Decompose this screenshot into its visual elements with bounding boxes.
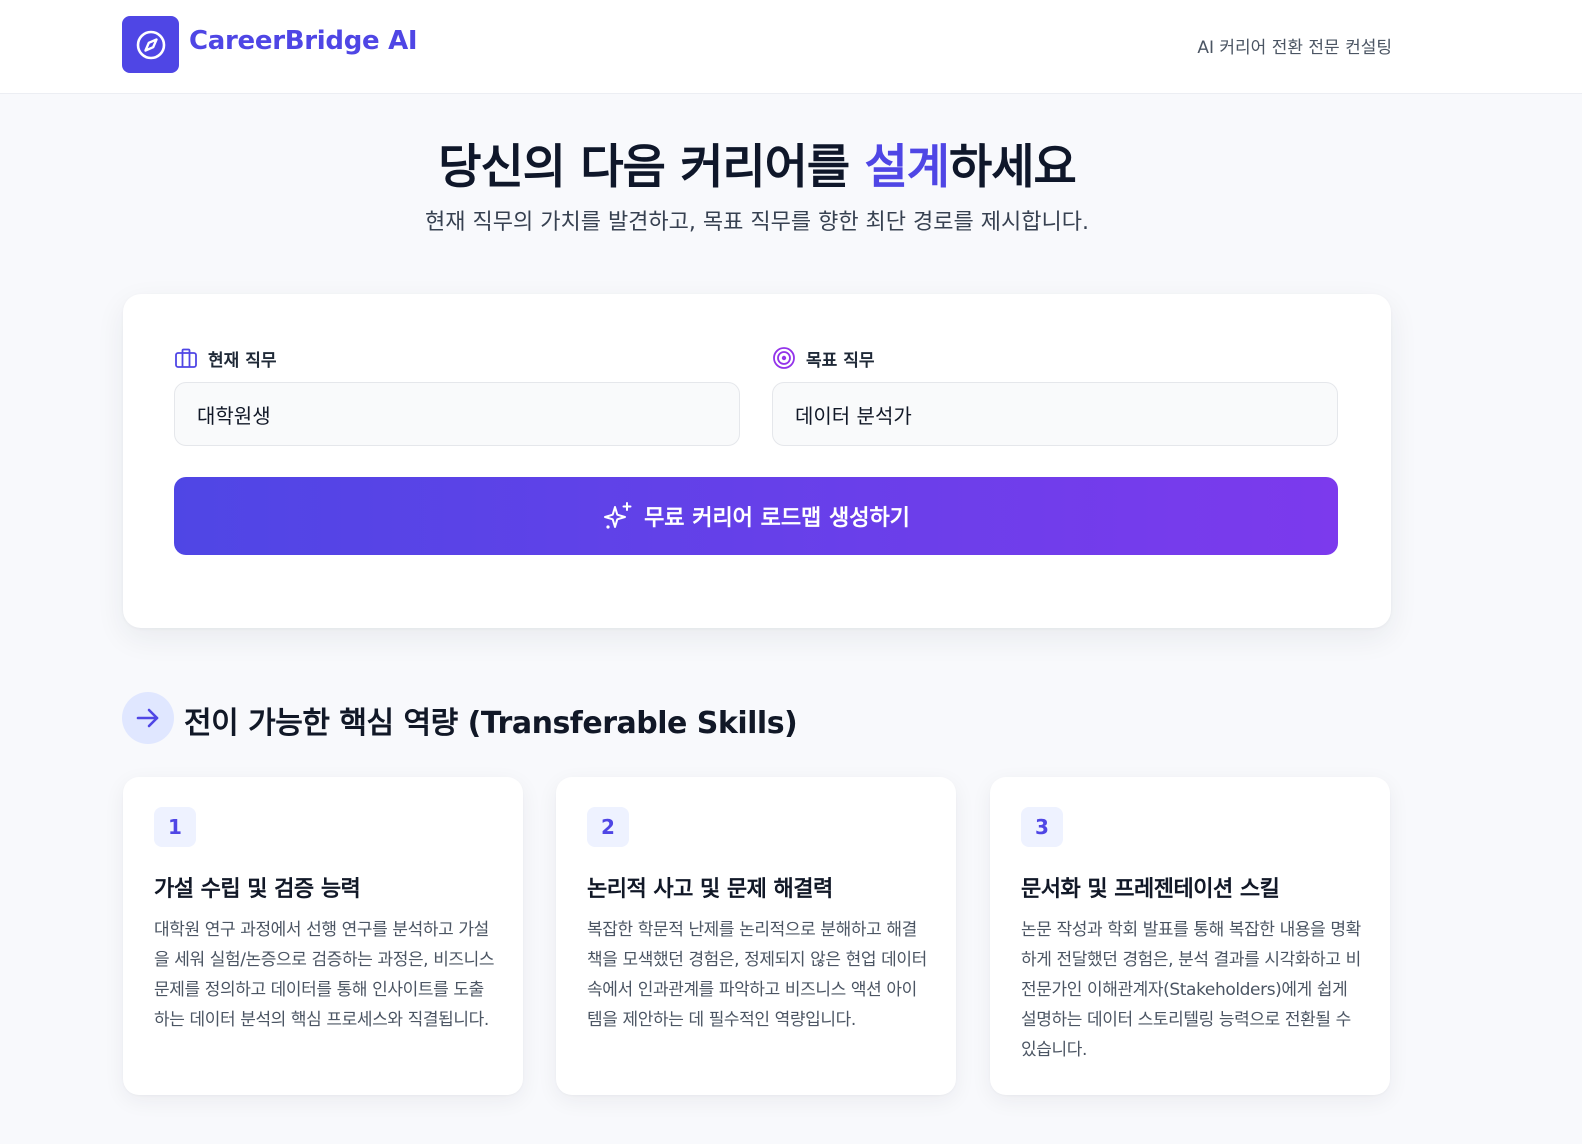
header-tagline: AI 커리어 전환 전문 컨설팅: [1197, 38, 1392, 58]
sparkles-icon: [604, 502, 632, 529]
compass-icon: [136, 30, 165, 59]
skills-section-title: 전이 가능한 핵심 역량 (Transferable Skills): [184, 706, 798, 741]
skill-title: 가설 수립 및 검증 능력: [154, 877, 361, 902]
target-job-input[interactable]: [772, 382, 1338, 446]
skill-card: 2 논리적 사고 및 문제 해결력 복잡한 학문적 난제를 논리적으로 분해하고…: [556, 777, 956, 1095]
current-job-label-text: 현재 직무: [208, 350, 277, 371]
skill-description: 대학원 연구 과정에서 선행 연구를 분석하고 가설을 세워 실험/논증으로 검…: [154, 920, 495, 1030]
top-header: CareerBridge AI AI 커리어 전환 전문 컨설팅: [0, 0, 1582, 94]
brand-name[interactable]: CareerBridge AI: [189, 26, 418, 56]
skill-number-badge: 1: [154, 807, 196, 847]
target-job-label: 목표 직무: [772, 346, 875, 371]
skill-title: 논리적 사고 및 문제 해결력: [587, 877, 833, 902]
skill-number-badge: 2: [587, 807, 629, 847]
current-job-input[interactable]: [174, 382, 740, 446]
hero-title: 당신의 다음 커리어를 설계하세요: [0, 128, 1514, 197]
skill-number-badge: 3: [1021, 807, 1063, 847]
skill-title: 문서화 및 프레젠테이션 스킬: [1021, 877, 1280, 902]
hero-title-start: 당신의 다음 커리어를: [438, 140, 865, 195]
skill-card: 3 문서화 및 프레젠테이션 스킬 논문 작성과 학회 발표를 통해 복잡한 내…: [990, 777, 1390, 1095]
logo[interactable]: [122, 16, 179, 73]
target-icon: [773, 347, 795, 369]
generate-roadmap-button[interactable]: 무료 커리어 로드맵 생성하기: [174, 477, 1338, 555]
briefcase-icon: [175, 348, 197, 368]
skill-description: 논문 작성과 학회 발표를 통해 복잡한 내용을 명확하게 전달했던 경험은, …: [1021, 920, 1361, 1060]
arrow-right-icon: [136, 708, 159, 728]
career-form-card: 현재 직무 목표 직무 무료 커리어 로드맵 생성하기: [123, 294, 1391, 628]
hero-title-end: 하세요: [949, 140, 1077, 195]
generate-roadmap-label: 무료 커리어 로드맵 생성하기: [644, 506, 910, 531]
hero-subtitle: 현재 직무의 가치를 발견하고, 목표 직무를 향한 최단 경로를 제시합니다.: [425, 210, 1089, 235]
hero-title-accent: 설계: [864, 140, 950, 195]
current-job-label: 현재 직무: [174, 346, 277, 371]
section-badge: [122, 692, 174, 744]
skill-card: 1 가설 수립 및 검증 능력 대학원 연구 과정에서 선행 연구를 분석하고 …: [123, 777, 523, 1095]
target-job-label-text: 목표 직무: [806, 350, 875, 371]
skill-description: 복잡한 학문적 난제를 논리적으로 분해하고 해결책을 모색했던 경험은, 정제…: [587, 920, 927, 1030]
